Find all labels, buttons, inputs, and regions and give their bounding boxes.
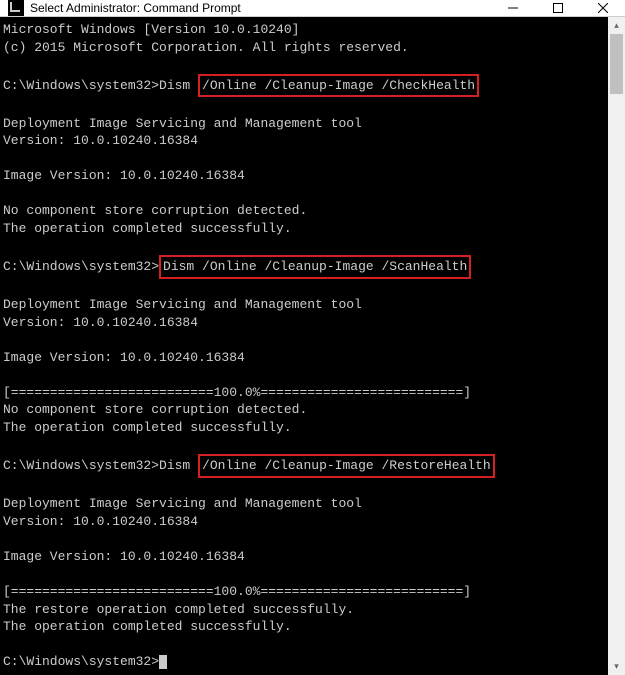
output-line: Version: 10.0.10240.16384 <box>3 133 198 148</box>
highlighted-command-checkhealth: /Online /Cleanup-Image /CheckHealth <box>198 74 479 98</box>
scroll-down-button[interactable]: ▾ <box>608 658 625 675</box>
minimize-button[interactable] <box>490 0 535 16</box>
prompt-text: C:\Windows\system32> <box>3 259 159 274</box>
window-titlebar[interactable]: Select Administrator: Command Prompt <box>0 0 625 17</box>
window-title: Select Administrator: Command Prompt <box>30 1 490 15</box>
window-controls <box>490 0 625 16</box>
output-line: The operation completed successfully. <box>3 221 292 236</box>
output-line: Deployment Image Servicing and Managemen… <box>3 297 362 312</box>
output-line: Version: 10.0.10240.16384 <box>3 514 198 529</box>
progress-bar: [==========================100.0%=======… <box>3 584 471 599</box>
scroll-up-button[interactable]: ▴ <box>608 17 625 34</box>
vertical-scrollbar[interactable]: ▴ ▾ <box>608 17 625 675</box>
output-line: (c) 2015 Microsoft Corporation. All righ… <box>3 40 409 55</box>
maximize-button[interactable] <box>535 0 580 16</box>
output-line: Image Version: 10.0.10240.16384 <box>3 350 245 365</box>
close-button[interactable] <box>580 0 625 16</box>
output-line: Microsoft Windows [Version 10.0.10240] <box>3 22 299 37</box>
output-line: The restore operation completed successf… <box>3 602 354 617</box>
output-line: The operation completed successfully. <box>3 420 292 435</box>
output-line: No component store corruption detected. <box>3 203 307 218</box>
highlighted-command-scanhealth: Dism /Online /Cleanup-Image /ScanHealth <box>159 255 471 279</box>
prompt-text: C:\Windows\system32>Dism <box>3 78 198 93</box>
output-line: The operation completed successfully. <box>3 619 292 634</box>
progress-bar: [==========================100.0%=======… <box>3 385 471 400</box>
scrollbar-thumb[interactable] <box>610 34 623 94</box>
highlighted-command-restorehealth: /Online /Cleanup-Image /RestoreHealth <box>198 454 495 478</box>
output-line: Version: 10.0.10240.16384 <box>3 315 198 330</box>
prompt-text: C:\Windows\system32>Dism <box>3 458 198 473</box>
output-line: Deployment Image Servicing and Managemen… <box>3 496 362 511</box>
cursor <box>159 655 167 669</box>
output-line: No component store corruption detected. <box>3 402 307 417</box>
prompt-text: C:\Windows\system32> <box>3 654 159 669</box>
output-line: Deployment Image Servicing and Managemen… <box>3 116 362 131</box>
output-line: Image Version: 10.0.10240.16384 <box>3 549 245 564</box>
output-line: Image Version: 10.0.10240.16384 <box>3 168 245 183</box>
cmd-icon <box>8 0 24 16</box>
terminal-content[interactable]: Microsoft Windows [Version 10.0.10240] (… <box>0 17 608 675</box>
command-prompt-window: Select Administrator: Command Prompt Mic… <box>0 0 625 609</box>
